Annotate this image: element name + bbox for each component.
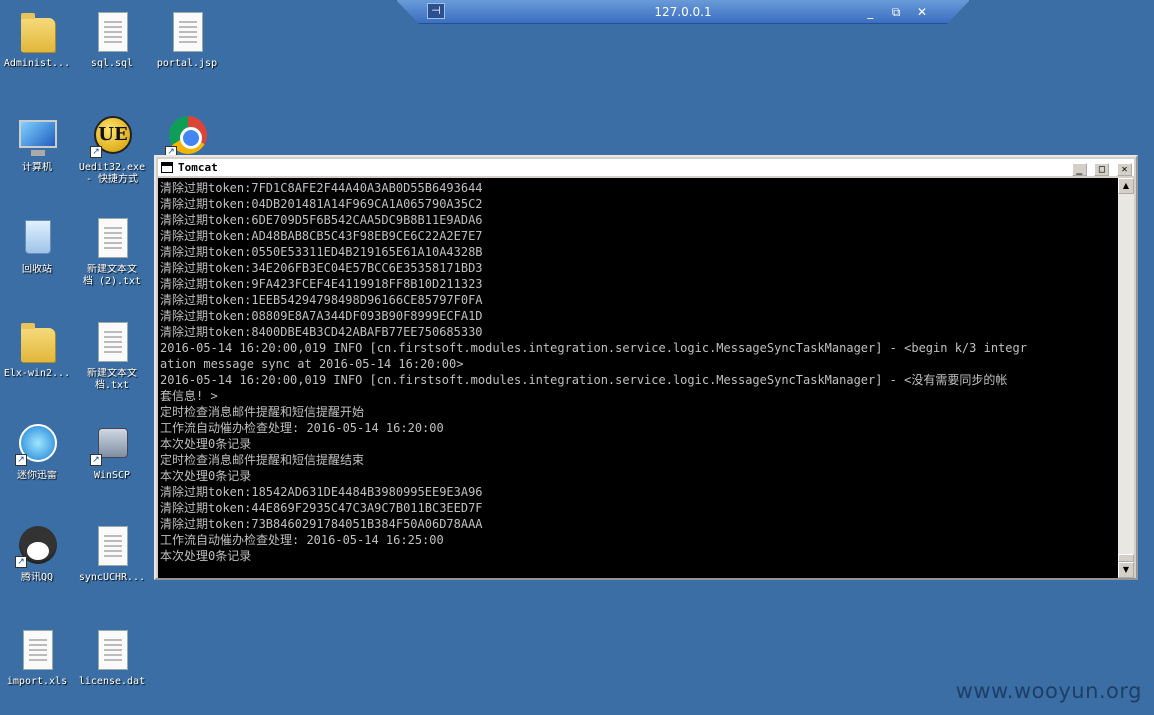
scrollbar-thumb[interactable] — [1118, 554, 1134, 562]
console-line: 清除过期token:34E206FB3EC04E57BCC6E35358171B… — [160, 261, 483, 275]
console-line: 本次处理0条记录 — [160, 549, 252, 563]
rdp-close-button[interactable]: ✕ — [911, 0, 933, 24]
pin-icon[interactable]: ⊣ — [427, 3, 445, 19]
console-line: 清除过期token:04DB201481A14F969CA1A065790A35… — [160, 197, 483, 211]
maximize-button[interactable]: □ — [1094, 163, 1110, 176]
user-folder-icon — [13, 8, 61, 56]
console-line: 定时检查消息邮件提醒和短信提醒开始 — [160, 405, 365, 419]
desktop-icon-qq[interactable]: ↗ 腾讯QQ — [0, 522, 74, 584]
jsp-file-icon — [163, 8, 211, 56]
console-output[interactable]: 清除过期token:7FD1C8AFE2F44A40A3AB0D55B64936… — [158, 178, 1119, 578]
winscp-icon: ↗ — [88, 420, 136, 468]
console-line: 清除过期token:1EEB54294798498D96166CE85797F0… — [160, 293, 483, 307]
rdp-title: 127.0.0.1 — [654, 5, 712, 19]
desktop-icon-syncuchr[interactable]: syncUCHR... — [75, 522, 149, 584]
sql-file-icon — [88, 8, 136, 56]
desktop-icon-portal-jsp[interactable]: portal.jsp — [150, 8, 224, 70]
console-line: 清除过期token:8400DBE4B3CD42ABAFB77EE7506853… — [160, 325, 483, 339]
watermark: www.wooyun.org — [955, 679, 1142, 703]
desktop-icon-new-text-2[interactable]: 新建文本文 档 (2).txt — [75, 214, 149, 288]
text-file-icon — [88, 214, 136, 262]
console-line: 清除过期token:7FD1C8AFE2F44A40A3AB0D55B64936… — [160, 181, 483, 195]
qq-penguin-icon: ↗ — [13, 522, 61, 570]
console-line: 清除过期token:AD48BAB8CB5C43F98EB9CE6C22A2E7… — [160, 229, 483, 243]
vertical-scrollbar[interactable]: ▲ ▼ — [1118, 178, 1134, 578]
console-app-icon — [161, 162, 173, 173]
console-line: 2016-05-14 16:20:00,019 INFO [cn.firstso… — [160, 341, 1027, 355]
console-line: 清除过期token:9FA423FCEF4E4119918FF8B10D2113… — [160, 277, 483, 291]
desktop-icon-import-xls[interactable]: import.xls — [0, 626, 74, 688]
xunlei-icon: ↗ — [13, 420, 61, 468]
console-line: 本次处理0条记录 — [160, 469, 252, 483]
rdp-restore-button[interactable]: ⧉ — [885, 0, 907, 24]
desktop-icon-new-text[interactable]: 新建文本文 档.txt — [75, 318, 149, 392]
console-line: 清除过期token:0550E53311ED4B219165E61A10A432… — [160, 245, 483, 259]
window-titlebar[interactable]: Tomcat _ □ ✕ — [158, 159, 1134, 176]
window-title: Tomcat — [178, 161, 218, 174]
close-button[interactable]: ✕ — [1117, 163, 1132, 176]
console-line: 套信息! > — [160, 389, 218, 403]
tomcat-console-window[interactable]: Tomcat _ □ ✕ 清除过期token:7FD1C8AFE2F44A40A… — [154, 155, 1138, 580]
text-file-icon — [88, 318, 136, 366]
remote-desktop-bar: ⊣ 127.0.0.1 _ ⧉ ✕ — [396, 0, 970, 24]
console-line: 定时检查消息邮件提醒和短信提醒结束 — [160, 453, 365, 467]
folder-icon — [13, 318, 61, 366]
desktop-icon-license-dat[interactable]: license.dat — [75, 626, 149, 688]
recycle-bin-icon — [13, 214, 61, 262]
dat-file-icon — [88, 626, 136, 674]
shortcut-arrow-icon: ↗ — [15, 454, 27, 466]
file-icon — [88, 522, 136, 570]
desktop-icon-computer[interactable]: 计算机 — [0, 112, 74, 174]
console-line: 清除过期token:73B8460291784051B384F50A06D78A… — [160, 517, 483, 531]
console-line: ation message sync at 2016-05-14 16:20:0… — [160, 357, 464, 371]
desktop-icon-winscp[interactable]: ↗ WinSCP — [75, 420, 149, 482]
chrome-icon: ↗ — [163, 112, 211, 160]
desktop-icon-elx-win2[interactable]: Elx-win2... — [0, 318, 74, 380]
console-line: 清除过期token:08809E8A7A344DF093B90F8999ECFA… — [160, 309, 483, 323]
scroll-up-arrow-icon[interactable]: ▲ — [1118, 178, 1134, 194]
console-line: 清除过期token:6DE709D5F6B542CAA5DC9B8B11E9AD… — [160, 213, 483, 227]
desktop-icon-uedit32[interactable]: UE ↗ Uedit32.exe - 快捷方式 — [75, 112, 149, 186]
desktop-icon-recycle-bin[interactable]: 回收站 — [0, 214, 74, 276]
shortcut-arrow-icon: ↗ — [90, 146, 102, 158]
desktop-icon-xunlei[interactable]: ↗ 迷你迅雷 — [0, 420, 74, 482]
minimize-button[interactable]: _ — [1071, 163, 1087, 176]
rdp-window-controls: _ ⧉ ✕ — [859, 0, 933, 24]
shortcut-arrow-icon: ↗ — [15, 556, 27, 568]
desktop-icon-administrator[interactable]: Administ... — [0, 8, 74, 70]
desktop-icon-sql-file[interactable]: sql.sql — [75, 8, 149, 70]
console-line: 本次处理0条记录 — [160, 437, 252, 451]
computer-icon — [13, 112, 61, 160]
rdp-minimize-button[interactable]: _ — [859, 0, 881, 24]
shortcut-arrow-icon: ↗ — [90, 454, 102, 466]
console-line: 清除过期token:44E869F2935C47C3A9C7B011BC3EED… — [160, 501, 483, 515]
console-line: 工作流自动催办检查处理: 2016-05-14 16:20:00 — [160, 421, 444, 435]
scroll-down-arrow-icon[interactable]: ▼ — [1118, 562, 1134, 578]
window-controls: _ □ ✕ — [1071, 160, 1132, 177]
console-line: 清除过期token:18542AD631DE4484B3980995EE9E3A… — [160, 485, 483, 499]
console-line: 工作流自动催办检查处理: 2016-05-14 16:25:00 — [160, 533, 444, 547]
xls-file-icon — [13, 626, 61, 674]
ultraedit-icon: UE ↗ — [88, 112, 136, 160]
console-line: 2016-05-14 16:20:00,019 INFO [cn.firstso… — [160, 373, 1008, 387]
